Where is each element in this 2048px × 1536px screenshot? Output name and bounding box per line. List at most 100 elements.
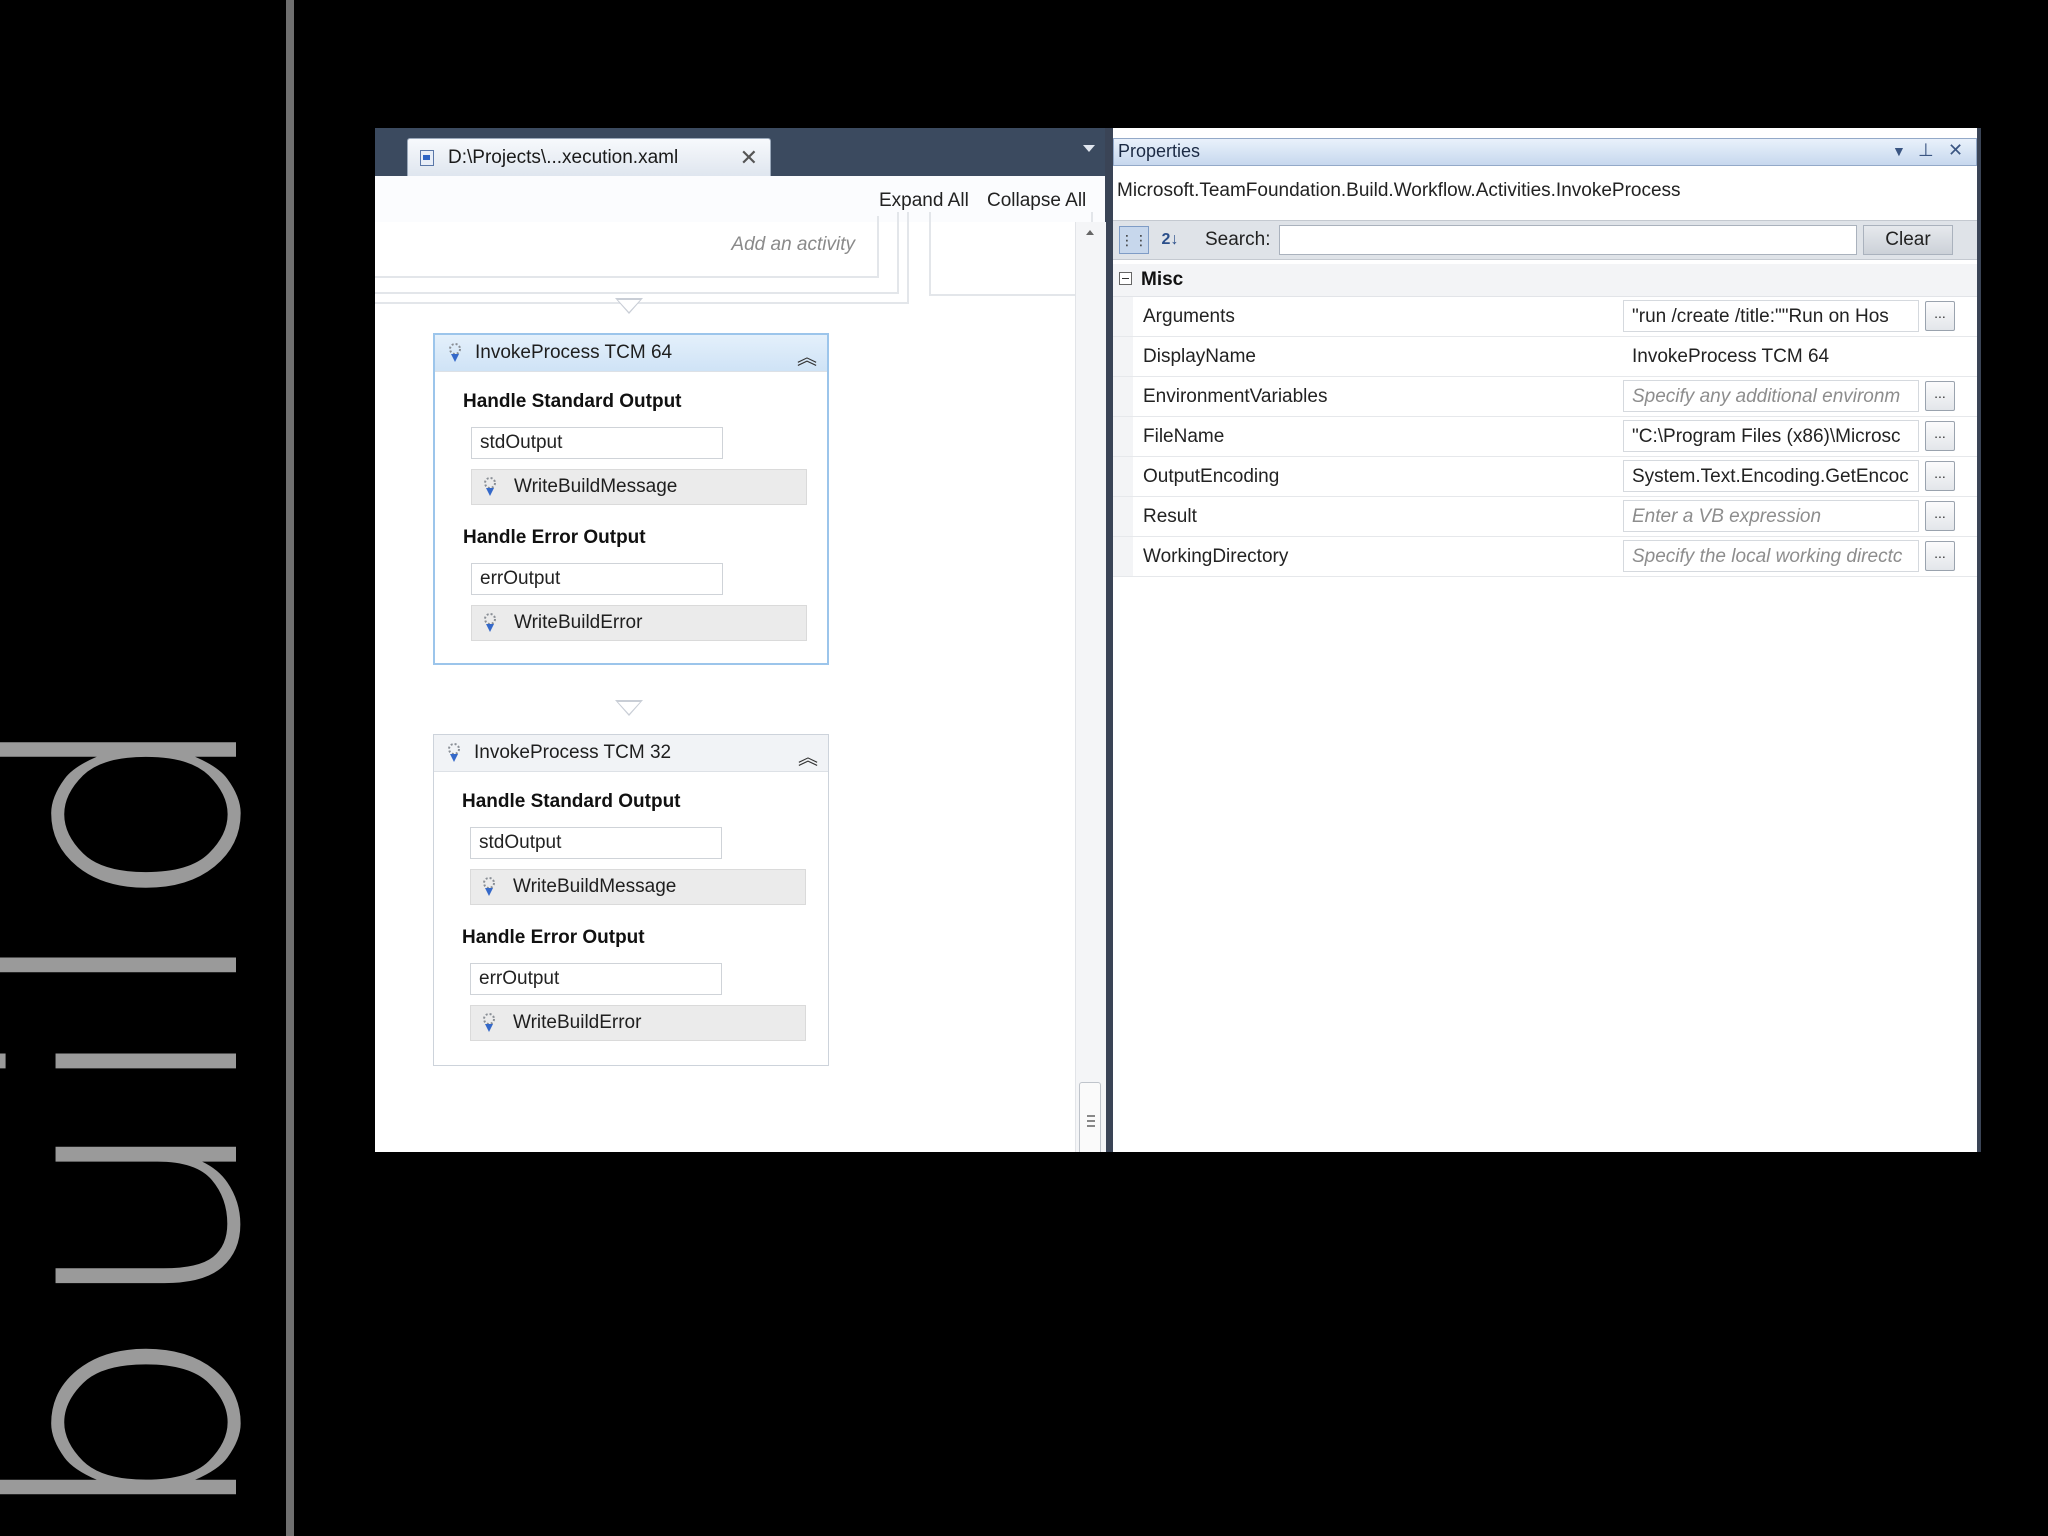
ellipsis-button[interactable]: ... xyxy=(1925,501,1955,531)
property-value-field[interactable]: System.Text.Encoding.GetEncoc xyxy=(1623,460,1919,492)
document-tab[interactable]: D:\Projects\...xecution.xaml ✕ xyxy=(407,138,771,176)
child-activity[interactable]: WriteBuildError xyxy=(470,1005,806,1041)
invoke-process-activity[interactable]: InvokeProcess TCM 32 ︽ Handle Standard O… xyxy=(433,734,829,1066)
row-gutter xyxy=(1113,497,1133,536)
flow-arrow-icon xyxy=(615,298,643,314)
property-search-input[interactable] xyxy=(1279,225,1857,255)
properties-titlebar: Properties ▼ ⊥ ✕ xyxy=(1113,138,1977,166)
property-name: OutputEncoding xyxy=(1143,466,1280,487)
pin-icon[interactable]: ⊥ xyxy=(1918,140,1934,161)
gear-activity-icon xyxy=(484,613,496,632)
designer-scrollbar[interactable] xyxy=(1075,222,1106,1152)
search-label: Search: xyxy=(1205,229,1271,250)
collapse-icon[interactable]: ︽ xyxy=(798,741,818,770)
properties-toolbar: ⋮⋮ 2↓ Search: Clear xyxy=(1113,220,1977,260)
err-output-variable-field[interactable]: errOutput xyxy=(471,563,723,595)
child-activity-label: WriteBuildError xyxy=(513,1012,642,1033)
property-row[interactable]: Arguments "run /create /title:""Run on H… xyxy=(1113,297,1977,337)
child-activity-label: WriteBuildMessage xyxy=(514,476,678,497)
chevron-down-icon[interactable] xyxy=(1083,145,1095,152)
slide-side-word: build xyxy=(0,700,314,1532)
ellipsis-button[interactable]: ... xyxy=(1925,421,1955,451)
scrollbar-thumb[interactable] xyxy=(1079,1082,1101,1152)
category-row[interactable]: Misc xyxy=(1113,264,1977,297)
ellipsis-button[interactable]: ... xyxy=(1925,301,1955,331)
ide-screenshot: D:\Projects\...xecution.xaml ✕ Expand Al… xyxy=(375,128,1981,1152)
property-placeholder: Enter a VB expression xyxy=(1632,506,1822,527)
sort-alphabetical-icon[interactable]: 2↓ xyxy=(1155,226,1185,254)
property-name: WorkingDirectory xyxy=(1143,546,1289,567)
collapse-icon[interactable]: ︽ xyxy=(797,341,817,370)
std-output-variable-field[interactable]: stdOutput xyxy=(471,427,723,459)
add-activity-drop-zone[interactable]: Add an activity xyxy=(375,216,879,278)
property-row[interactable]: EnvironmentVariables Specify any additio… xyxy=(1113,377,1977,417)
gear-activity-icon xyxy=(449,343,461,362)
activity-title: InvokeProcess TCM 64 xyxy=(475,342,673,363)
window-menu-icon[interactable]: ▼ xyxy=(1892,143,1906,159)
property-value: System.Text.Encoding.GetEncoc xyxy=(1632,466,1909,487)
ellipsis-button[interactable]: ... xyxy=(1925,541,1955,571)
properties-window-edge xyxy=(1977,128,1981,1152)
add-activity-hint: Add an activity xyxy=(731,234,855,255)
err-output-label: Handle Error Output xyxy=(462,927,645,948)
close-icon[interactable]: ✕ xyxy=(1948,140,1963,161)
row-gutter xyxy=(1113,457,1133,496)
ellipsis-button[interactable]: ... xyxy=(1925,381,1955,411)
collapse-toggle-icon[interactable] xyxy=(1119,272,1132,285)
property-value: "C:\Program Files (x86)\Microsc xyxy=(1632,426,1901,447)
xaml-file-icon xyxy=(420,150,434,166)
err-output-variable-field[interactable]: errOutput xyxy=(470,963,722,995)
property-row[interactable]: WorkingDirectory Specify the local worki… xyxy=(1113,537,1977,577)
property-value: InvokeProcess TCM 64 xyxy=(1632,346,1830,367)
property-row[interactable]: FileName "C:\Program Files (x86)\Microsc… xyxy=(1113,417,1977,457)
child-activity-label: WriteBuildMessage xyxy=(513,876,677,897)
invoke-process-activity[interactable]: InvokeProcess TCM 64 ︽ Handle Standard O… xyxy=(433,333,829,665)
gear-activity-icon xyxy=(483,1013,495,1032)
err-output-label: Handle Error Output xyxy=(463,527,646,548)
properties-title: Properties xyxy=(1118,141,1201,161)
grip-icon xyxy=(1087,1115,1095,1127)
row-gutter xyxy=(1113,417,1133,456)
property-value-field[interactable]: InvokeProcess TCM 64 xyxy=(1623,340,1919,372)
property-row[interactable]: OutputEncoding System.Text.Encoding.GetE… xyxy=(1113,457,1977,497)
child-activity[interactable]: WriteBuildMessage xyxy=(470,869,806,905)
selected-object-type: Microsoft.TeamFoundation.Build.Workflow.… xyxy=(1117,180,1681,201)
child-activity[interactable]: WriteBuildMessage xyxy=(471,469,807,505)
properties-window: Properties ▼ ⊥ ✕ Microsoft.TeamFoundatio… xyxy=(1113,128,1981,1152)
gear-activity-icon xyxy=(448,743,460,762)
document-tab-label: D:\Projects\...xecution.xaml xyxy=(448,147,679,168)
std-output-label: Handle Standard Output xyxy=(462,791,681,812)
row-gutter xyxy=(1113,537,1133,576)
category-label: Misc xyxy=(1141,269,1184,290)
std-output-label: Handle Standard Output xyxy=(463,391,682,412)
adjacent-activity-border xyxy=(929,212,1093,296)
property-name: EnvironmentVariables xyxy=(1143,386,1328,407)
child-activity[interactable]: WriteBuildError xyxy=(471,605,807,641)
flow-arrow-icon xyxy=(615,700,643,716)
activity-header[interactable]: InvokeProcess TCM 64 ︽ xyxy=(435,335,827,372)
std-output-variable-field[interactable]: stdOutput xyxy=(470,827,722,859)
document-tabstrip: D:\Projects\...xecution.xaml ✕ xyxy=(375,128,1105,176)
property-value-field[interactable]: Enter a VB expression xyxy=(1623,500,1919,532)
property-row[interactable]: Result Enter a VB expression ... xyxy=(1113,497,1977,537)
child-activity-label: WriteBuildError xyxy=(514,612,643,633)
property-placeholder: Specify the local working directc xyxy=(1632,546,1903,567)
property-value-field[interactable]: "C:\Program Files (x86)\Microsc xyxy=(1623,420,1919,452)
property-value-field[interactable]: "run /create /title:""Run on Hos xyxy=(1623,300,1919,332)
close-icon[interactable]: ✕ xyxy=(740,145,758,171)
property-value-field[interactable]: Specify the local working directc xyxy=(1623,540,1919,572)
row-gutter xyxy=(1113,377,1133,416)
clear-button[interactable]: Clear xyxy=(1863,225,1953,255)
expand-all-button[interactable]: Expand All xyxy=(879,190,969,212)
activity-title: InvokeProcess TCM 32 xyxy=(474,742,672,763)
gear-activity-icon xyxy=(484,477,496,496)
property-row[interactable]: DisplayName InvokeProcess TCM 64 xyxy=(1113,337,1977,377)
ellipsis-button[interactable]: ... xyxy=(1925,461,1955,491)
collapse-all-button[interactable]: Collapse All xyxy=(987,190,1086,212)
property-value-field[interactable]: Specify any additional environm xyxy=(1623,380,1919,412)
property-name: DisplayName xyxy=(1143,346,1256,367)
scroll-up-icon[interactable] xyxy=(1086,230,1094,235)
activity-header[interactable]: InvokeProcess TCM 32 ︽ xyxy=(434,735,828,772)
property-grid: Misc Arguments "run /create /title:""Run… xyxy=(1113,264,1977,577)
categorized-view-icon[interactable]: ⋮⋮ xyxy=(1119,226,1149,254)
